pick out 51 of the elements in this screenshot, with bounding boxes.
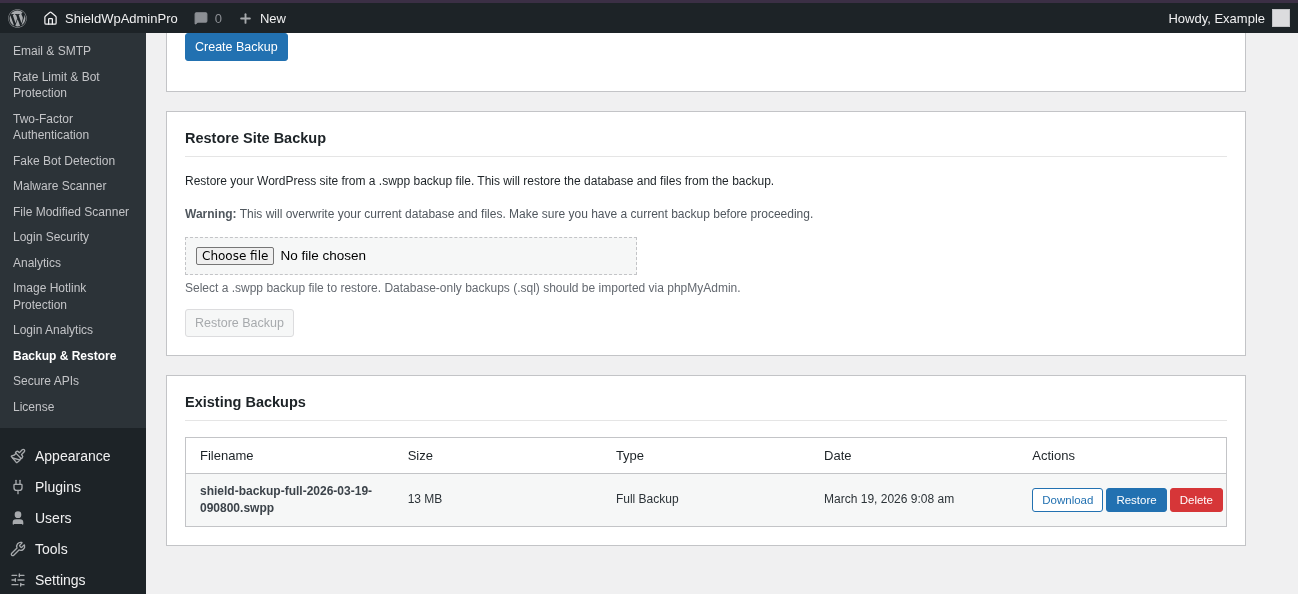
menu-item[interactable]: Appearance bbox=[0, 440, 146, 471]
sliders-icon bbox=[10, 571, 26, 588]
comment-icon[interactable] bbox=[193, 11, 208, 25]
submenu-item[interactable]: Login Analytics bbox=[0, 318, 146, 344]
new-link[interactable]: New bbox=[259, 10, 286, 26]
submenu-item[interactable]: Rate Limit & Bot Protection bbox=[0, 64, 146, 107]
greeting-link[interactable]: Howdy, Example bbox=[1168, 10, 1265, 26]
column-header: Size bbox=[393, 437, 602, 474]
column-header: Type bbox=[601, 437, 811, 474]
submenu-item[interactable]: Login Security bbox=[0, 225, 146, 251]
wordpress-logo-icon[interactable] bbox=[8, 8, 27, 28]
description-text: Restore your WordPress site from a .swpp backup file. This will restore the database and files from the backup. bbox=[185, 173, 776, 190]
delete-button[interactable]: Delete bbox=[1169, 488, 1223, 512]
table-cell: March 19, 2026 9:08 am bbox=[810, 473, 1019, 527]
submenu-item[interactable]: Analytics bbox=[0, 250, 146, 276]
submenu-item[interactable]: License bbox=[0, 394, 146, 420]
submenu-item[interactable]: Image Hotlink Protection bbox=[0, 276, 146, 318]
hint-text: Select a .swpp backup file to restore. Database-only backups (.sql) should be imported via phpMyAdmin. bbox=[185, 280, 742, 295]
create-backup-button[interactable]: Create Backup bbox=[185, 33, 288, 61]
download-button[interactable]: Download bbox=[1032, 488, 1104, 512]
site-name-link[interactable]: ShieldWpAdminPro bbox=[65, 10, 178, 26]
section-title: Existing Backups bbox=[185, 387, 1227, 421]
user-icon bbox=[10, 509, 26, 526]
file-status-text: No file chosen bbox=[280, 248, 366, 264]
menu-item[interactable]: Users bbox=[0, 502, 146, 533]
column-header: Filename bbox=[185, 437, 394, 474]
submenu-item[interactable]: File Modified Scanner bbox=[0, 199, 146, 225]
table-cell: Full Backup bbox=[601, 473, 811, 527]
home-icon[interactable] bbox=[43, 10, 58, 26]
submenu-item[interactable]: Email & SMTP bbox=[0, 39, 146, 65]
submenu-item[interactable]: Secure APIs bbox=[0, 369, 146, 395]
submenu-item[interactable]: Malware Scanner bbox=[0, 174, 146, 200]
comments-count: 0 bbox=[214, 10, 222, 26]
choose-file-button[interactable]: Choose file bbox=[196, 246, 275, 265]
menu-item[interactable]: Tools bbox=[0, 533, 146, 564]
table-cell: 13 MB bbox=[393, 473, 602, 527]
plus-icon[interactable] bbox=[237, 10, 253, 26]
menu-item[interactable]: Plugins bbox=[0, 471, 146, 502]
column-header: Date bbox=[810, 437, 1019, 474]
submenu-item[interactable]: Fake Bot Detection bbox=[0, 148, 146, 174]
paintbrush-icon bbox=[10, 447, 26, 464]
filename-cell: shield-backup-full-2026-03-19-090800.swpp bbox=[185, 473, 394, 527]
warning-text: Warning: This will overwrite your current database and files. Make sure you have a current backup before proceeding. bbox=[185, 205, 815, 223]
wrench-icon bbox=[10, 540, 26, 557]
column-header: Actions bbox=[1018, 437, 1227, 474]
submenu-item[interactable]: Two-Factor Authentication bbox=[0, 106, 146, 149]
plug-icon bbox=[10, 478, 26, 495]
section-title: Restore Site Backup bbox=[185, 124, 1227, 157]
menu-item[interactable]: Settings bbox=[0, 564, 146, 594]
restore-button[interactable]: Restore bbox=[1106, 488, 1167, 512]
submenu-item[interactable]: Backup & Restore bbox=[0, 343, 146, 369]
